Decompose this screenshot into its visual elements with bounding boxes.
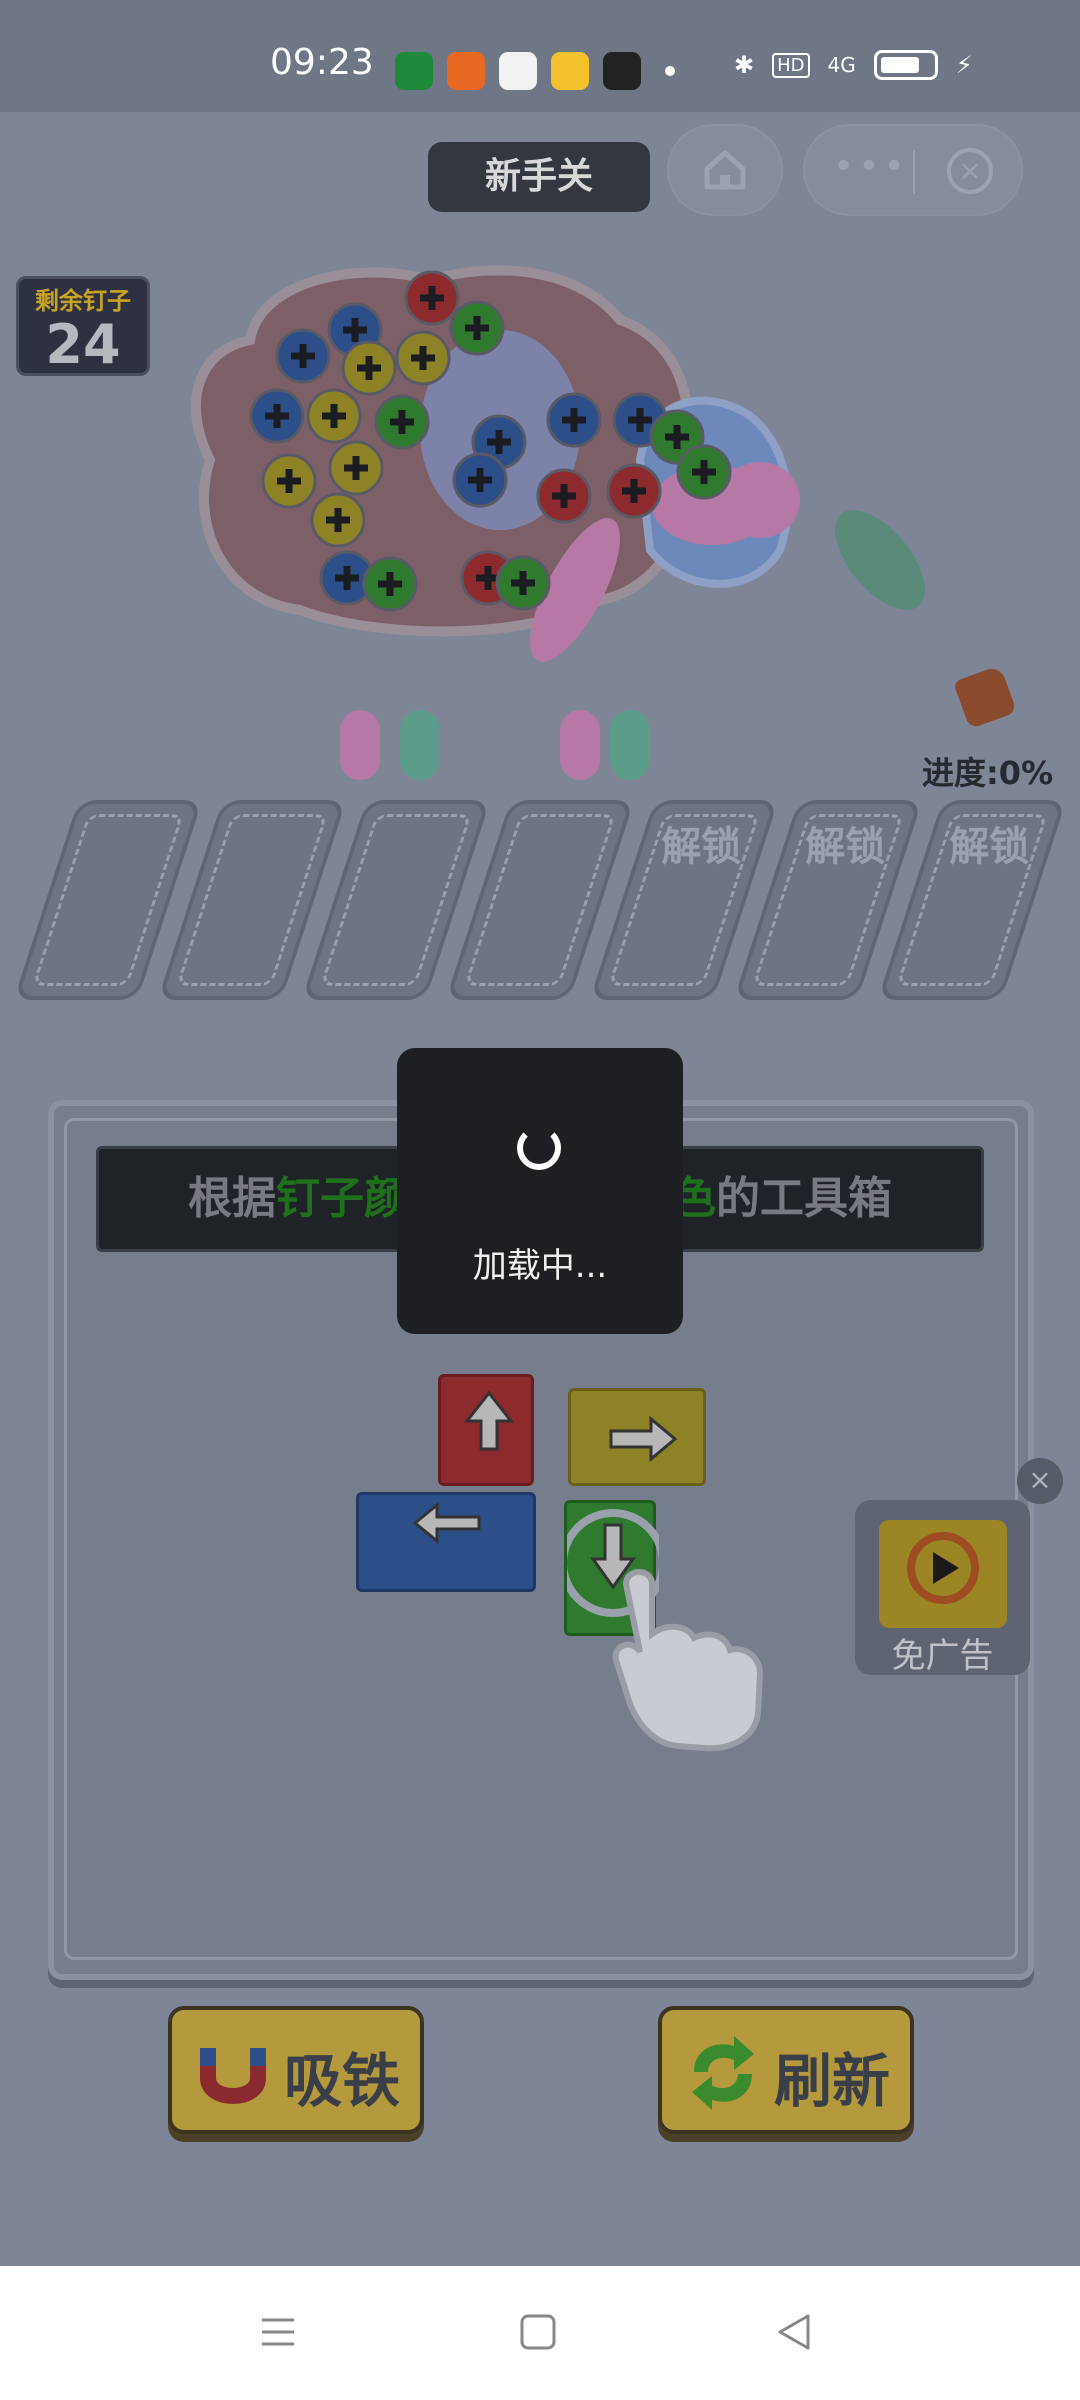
green-nail[interactable] bbox=[495, 555, 551, 611]
more-menu-icon[interactable]: ••• bbox=[833, 146, 909, 187]
signal-4g-icon: 4G bbox=[827, 53, 856, 77]
game-app-icon bbox=[603, 52, 641, 90]
android-nav-bar bbox=[0, 2266, 1080, 2400]
close-ad-offer-icon[interactable]: × bbox=[1017, 1458, 1063, 1504]
oppo-app-icon bbox=[395, 52, 433, 90]
blue-nail[interactable] bbox=[546, 392, 602, 448]
charging-icon: ⚡ bbox=[955, 51, 973, 79]
no-video-icon bbox=[907, 1532, 979, 1604]
menu-icon[interactable] bbox=[258, 2312, 298, 2352]
hint-text-1: 根据 bbox=[188, 1173, 276, 1224]
remaining-nails-counter: 剩余钉子 24 bbox=[16, 276, 150, 376]
no-ads-label: 免广告 bbox=[891, 1636, 994, 1676]
yellow-nail[interactable] bbox=[306, 388, 362, 444]
red-nail[interactable] bbox=[606, 463, 662, 519]
arrow-up-icon bbox=[463, 1390, 515, 1451]
system-icons: ✱ HD 4G ⚡ bbox=[734, 50, 973, 80]
sheep-leg-1 bbox=[340, 710, 380, 780]
no-ads-badge bbox=[879, 1520, 1007, 1628]
baidu-app-icon bbox=[499, 52, 537, 90]
status-bar: 09:23 ✱ HD 4G ⚡ bbox=[0, 0, 1080, 112]
loading-text: 加载中... bbox=[472, 1246, 608, 1286]
yellow-toolbox[interactable] bbox=[568, 1388, 706, 1486]
home-nav-icon[interactable] bbox=[518, 2312, 558, 2352]
game-screen: 09:23 ✱ HD 4G ⚡ 新手关 ••• × 剩余钉子 24 进度:0% … bbox=[0, 0, 1080, 2400]
blue-nail[interactable] bbox=[452, 452, 508, 508]
refresh-icon bbox=[692, 2036, 754, 2110]
hd-icon: HD bbox=[772, 52, 810, 78]
magnet-label: 吸铁 bbox=[284, 2047, 401, 2115]
no-ads-button[interactable]: 免广告 bbox=[855, 1500, 1030, 1676]
remaining-nails-label: 剩余钉子 bbox=[35, 287, 131, 315]
refresh-label: 刷新 bbox=[774, 2047, 891, 2115]
status-time: 09:23 bbox=[270, 42, 374, 83]
yellow-nail[interactable] bbox=[328, 440, 384, 496]
sheep-ear-plate bbox=[720, 462, 800, 538]
more-notifications-dot-icon bbox=[665, 66, 675, 76]
sheep-leg-2 bbox=[400, 710, 440, 780]
yellow-nail[interactable] bbox=[395, 330, 451, 386]
unlock-label: 解锁 bbox=[805, 824, 886, 870]
battery-icon bbox=[873, 50, 938, 80]
unlock-label: 解锁 bbox=[949, 824, 1030, 870]
remaining-nails-value: 24 bbox=[45, 313, 121, 376]
progress-label: 进度:0% bbox=[922, 754, 1054, 792]
level-title: 新手关 bbox=[428, 142, 650, 212]
back-icon[interactable] bbox=[774, 2312, 814, 2352]
blue-nail[interactable] bbox=[275, 328, 331, 384]
novel-app-icon bbox=[551, 52, 589, 90]
magnet-button[interactable]: 吸铁 bbox=[168, 2006, 424, 2134]
notification-icons bbox=[395, 52, 685, 90]
loading-toast: 加载中... bbox=[397, 1048, 683, 1334]
sheep-tail-plate bbox=[835, 510, 925, 610]
sheep-leg-4 bbox=[610, 710, 650, 780]
kuaishou-app-icon bbox=[447, 52, 485, 90]
arrow-left-icon bbox=[412, 1501, 481, 1545]
blue-toolbox[interactable] bbox=[356, 1492, 536, 1592]
magnet-icon bbox=[200, 2048, 266, 2104]
red-nail[interactable] bbox=[536, 468, 592, 524]
green-nail[interactable] bbox=[362, 556, 418, 612]
nail-slots: 解锁 解锁 解锁 bbox=[13, 800, 1067, 1000]
sheep-puzzle bbox=[191, 265, 925, 780]
loading-spinner-icon bbox=[517, 1126, 561, 1170]
blue-nail[interactable] bbox=[249, 388, 305, 444]
yellow-nail[interactable] bbox=[341, 340, 397, 396]
arrow-right-icon bbox=[609, 1415, 678, 1463]
hint-text-5: 的工具箱 bbox=[716, 1173, 892, 1224]
tutorial-hand-icon bbox=[612, 1569, 764, 1752]
close-miniprogram-icon[interactable]: × bbox=[947, 148, 993, 194]
green-nail[interactable] bbox=[676, 444, 732, 500]
red-toolbox[interactable] bbox=[438, 1374, 534, 1486]
green-nail[interactable] bbox=[449, 300, 505, 356]
miniprogram-capsule: ••• × bbox=[803, 124, 1023, 216]
red-nail[interactable] bbox=[404, 270, 460, 326]
yellow-nail[interactable] bbox=[261, 453, 317, 509]
green-nail[interactable] bbox=[374, 394, 430, 450]
capsule-divider bbox=[913, 150, 915, 194]
home-button[interactable] bbox=[667, 124, 783, 216]
bluetooth-icon: ✱ bbox=[734, 51, 755, 79]
home-icon bbox=[704, 150, 746, 190]
refresh-button[interactable]: 刷新 bbox=[658, 2006, 914, 2134]
sheep-leg-3 bbox=[560, 710, 600, 780]
unlock-label: 解锁 bbox=[661, 824, 742, 870]
yellow-nail[interactable] bbox=[310, 492, 366, 548]
